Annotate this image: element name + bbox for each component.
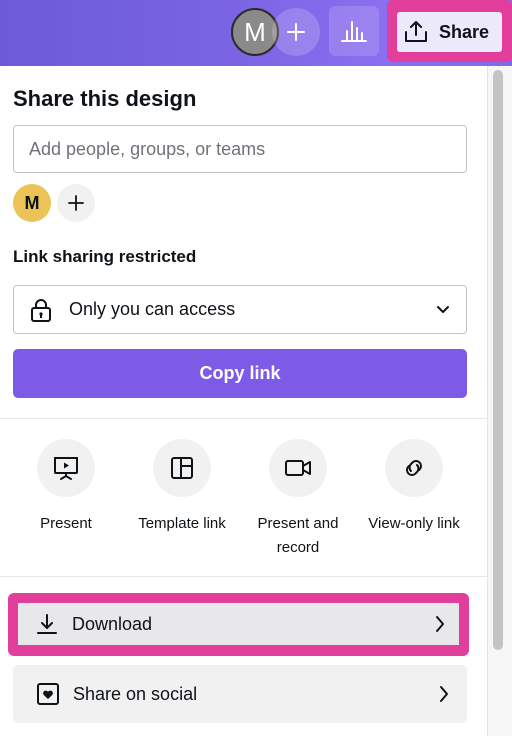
divider xyxy=(0,576,487,577)
download-label: Download xyxy=(72,613,153,634)
action-label: Present xyxy=(40,515,92,532)
view-only-link-action[interactable]: View-only link xyxy=(356,439,472,536)
template-link-action[interactable]: Template link xyxy=(124,439,240,536)
scrollbar-thumb[interactable] xyxy=(493,70,503,650)
present-icon xyxy=(54,457,78,480)
download-button[interactable]: Download xyxy=(18,603,459,645)
plus-icon xyxy=(68,195,84,211)
download-icon xyxy=(34,611,60,637)
present-and-record-action[interactable]: Present and record xyxy=(240,439,356,560)
share-on-social-label: Share on social xyxy=(73,683,198,704)
present-and-record-action-circle[interactable] xyxy=(269,439,327,497)
action-label: Template link xyxy=(138,515,226,532)
collaborator-avatar[interactable]: M xyxy=(13,184,51,222)
avatar-initial: M xyxy=(244,16,266,47)
access-level-value: Only you can access xyxy=(69,299,236,319)
divider xyxy=(0,418,487,419)
access-level-select[interactable]: Only you can access xyxy=(13,285,467,334)
upload-icon xyxy=(405,21,427,42)
share-button[interactable]: Share xyxy=(397,12,502,52)
video-camera-icon xyxy=(285,460,311,476)
action-label: View-only link xyxy=(368,515,460,532)
copy-link-label: Copy link xyxy=(199,363,281,383)
link-icon xyxy=(406,460,422,476)
top-bar: M Share xyxy=(0,0,512,66)
link-sharing-label: Link sharing restricted xyxy=(13,247,197,266)
copy-link-button[interactable]: Copy link xyxy=(13,349,467,398)
present-action[interactable]: Present xyxy=(8,439,124,536)
chevron-down-icon xyxy=(437,305,449,313)
add-collaborator-button[interactable] xyxy=(272,8,320,56)
add-person-button[interactable] xyxy=(57,184,95,222)
lock-icon xyxy=(31,298,51,322)
share-on-social-button[interactable]: Share on social xyxy=(13,665,467,723)
chevron-right-icon xyxy=(440,686,448,702)
chevron-right-icon xyxy=(436,616,444,632)
collaborator-initial: M xyxy=(24,192,40,213)
present-action-circle[interactable] xyxy=(37,439,95,497)
panel-title: Share this design xyxy=(13,86,197,111)
template-link-action-circle[interactable] xyxy=(153,439,211,497)
add-people-input[interactable] xyxy=(13,125,467,173)
template-icon xyxy=(171,457,193,479)
heart-icon xyxy=(35,681,61,707)
plus-icon xyxy=(287,23,305,41)
action-label: Present and record xyxy=(257,515,339,556)
share-label: Share xyxy=(439,21,490,42)
view-only-link-action-circle[interactable] xyxy=(385,439,443,497)
bar-chart-icon xyxy=(341,21,367,42)
insights-button[interactable] xyxy=(329,6,379,56)
